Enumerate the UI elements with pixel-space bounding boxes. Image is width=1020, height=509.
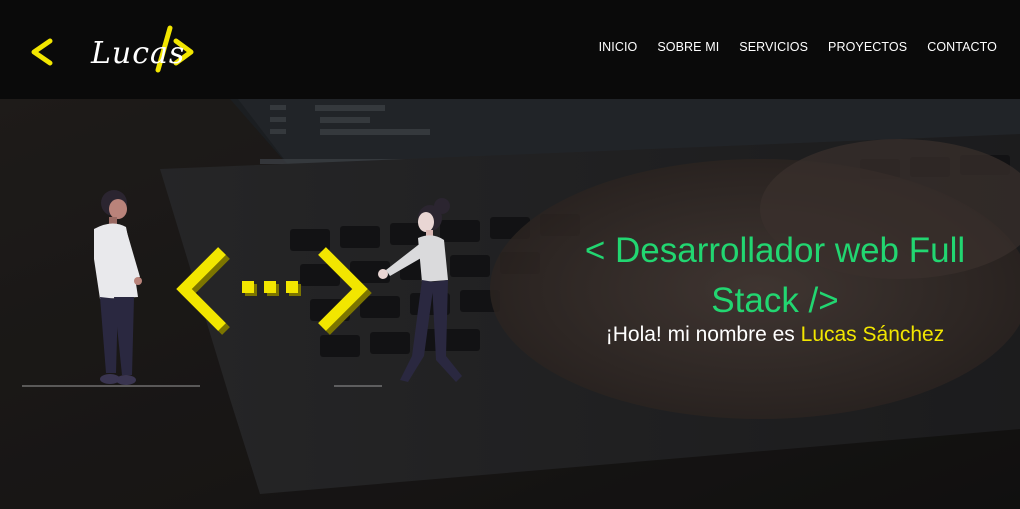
main-nav: INICIO SOBRE MI SERVICIOS PROYECTOS CONT… <box>579 40 997 54</box>
two-people-code-brackets-illustration-icon <box>22 190 382 387</box>
hero-section: < Desarrollador web Full Stack /> ¡Hola!… <box>0 99 1020 509</box>
page: Lucas INICIO SOBRE MI SERVICIOS PROYECTO… <box>0 0 1020 509</box>
logo-text: Lucas <box>91 36 186 71</box>
greeting-name: Lucas Sánchez <box>800 323 945 346</box>
nav-link-sobre-mi[interactable]: SOBRE MI <box>657 40 719 54</box>
greeting-prefix: ¡Hola! mi nombre es <box>605 323 801 346</box>
hero-headline: < Desarrollador web Full Stack /> <box>584 231 966 320</box>
hero-greeting: ¡Hola! mi nombre es Lucas Sánchez <box>555 323 995 347</box>
woman-figure-icon <box>378 198 462 382</box>
site-logo[interactable]: Lucas <box>28 22 198 80</box>
nav-link-proyectos[interactable]: PROYECTOS <box>828 40 907 54</box>
nav-link-contacto[interactable]: CONTACTO <box>927 40 997 54</box>
nav-link-inicio[interactable]: INICIO <box>599 40 638 54</box>
navbar: Lucas INICIO SOBRE MI SERVICIOS PROYECTO… <box>0 0 1020 99</box>
nav-link-servicios[interactable]: SERVICIOS <box>739 40 808 54</box>
